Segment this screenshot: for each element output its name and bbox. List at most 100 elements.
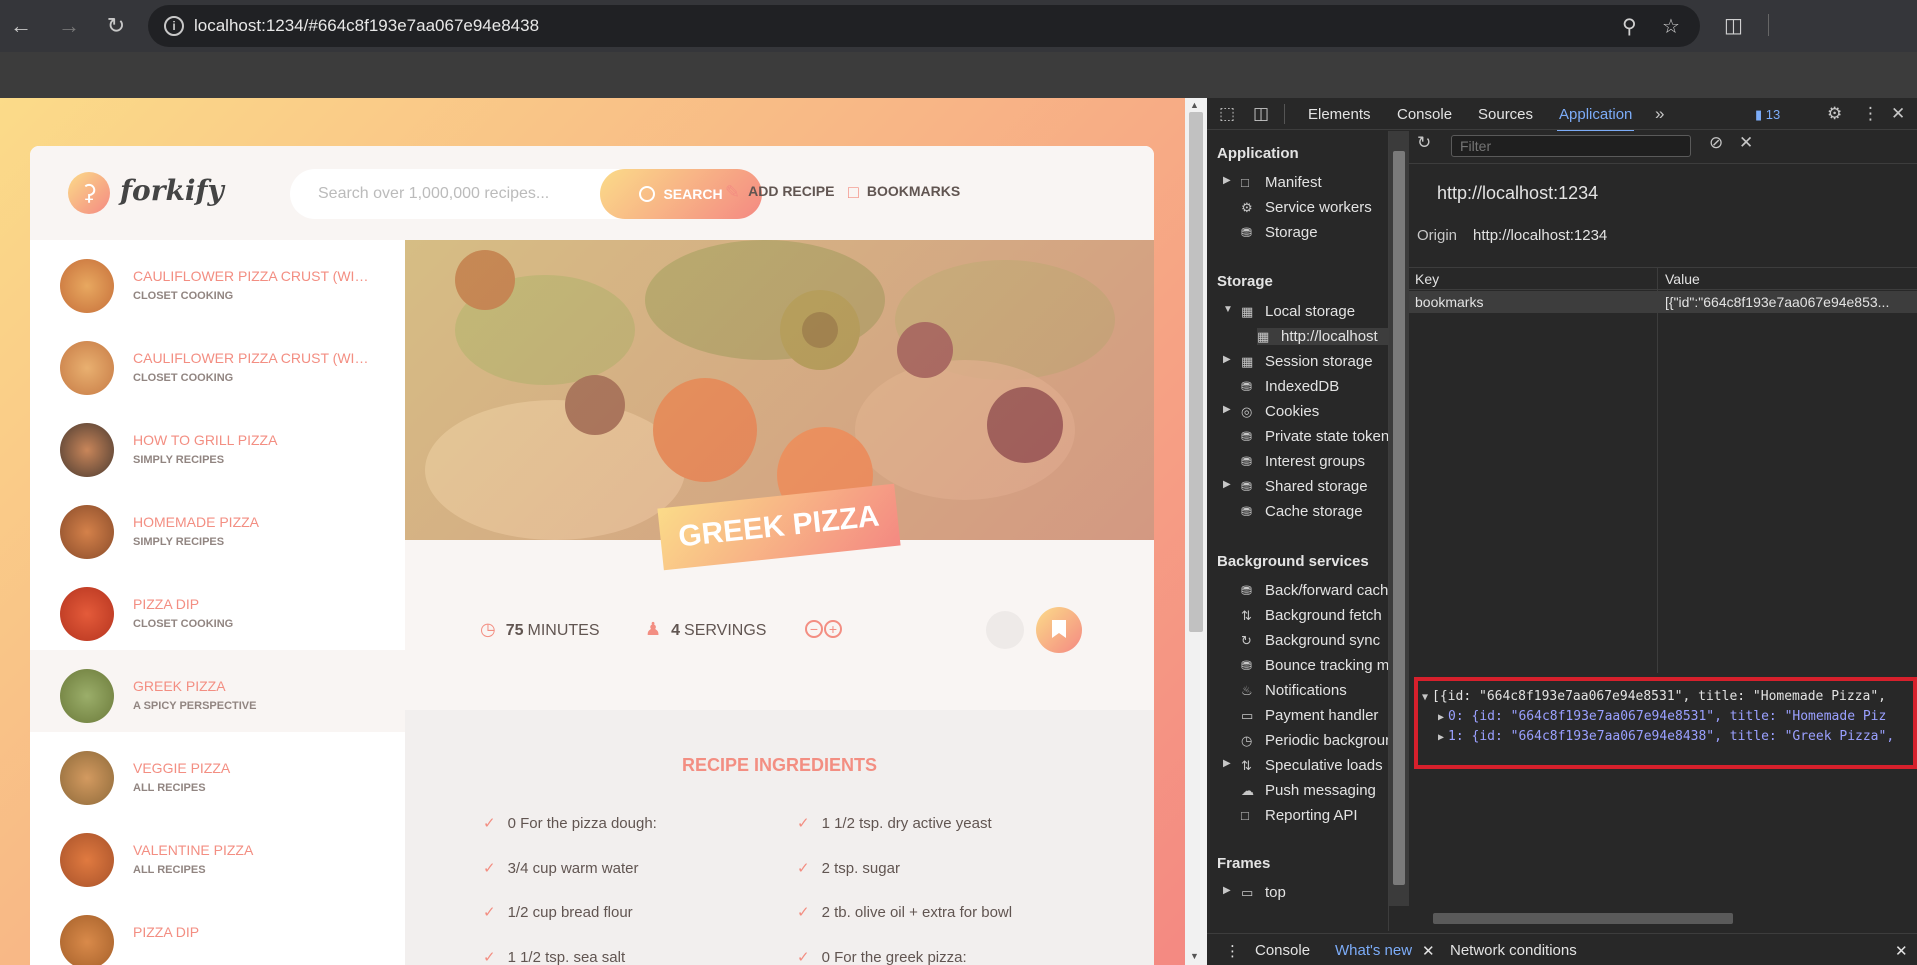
table-row[interactable]: bookmarks [{"id":"664c8f193e7aa067e94e85… bbox=[1409, 291, 1917, 313]
expand-icon[interactable]: ▶ bbox=[1438, 732, 1444, 743]
star-icon[interactable]: ☆ bbox=[1662, 14, 1680, 39]
result-item[interactable]: HOMEMADE PIZZA SIMPLY RECIPES bbox=[30, 486, 405, 568]
drawer-tab-whats-new[interactable]: What's new bbox=[1335, 942, 1412, 959]
sidebar-item-cache-storage[interactable]: ⛃ Cache storage bbox=[1241, 503, 1363, 520]
check-icon: ✓ bbox=[797, 949, 810, 965]
tab-application[interactable]: Application bbox=[1556, 106, 1635, 132]
scroll-up-icon[interactable]: ▲ bbox=[1190, 100, 1199, 110]
preview-item[interactable]: ▶ 0: {id: "664c8f193e7aa067e94e8531", tit… bbox=[1438, 709, 1886, 724]
result-item[interactable]: HOW TO GRILL PIZZA SIMPLY RECIPES bbox=[30, 404, 405, 486]
zoom-icon[interactable]: ⚲ bbox=[1622, 14, 1637, 39]
sidebar-item-background-sync[interactable]: ↻ Background sync bbox=[1241, 632, 1380, 649]
refresh-icon[interactable]: ↻ bbox=[1417, 133, 1431, 153]
sidebar-item-localhost[interactable]: ▦ http://localhost bbox=[1257, 328, 1388, 345]
preview-item[interactable]: ▶ 1: {id: "664c8f193e7aa067e94e8438", tit… bbox=[1438, 729, 1894, 744]
row-key[interactable]: bookmarks bbox=[1415, 294, 1483, 310]
increase-servings-button[interactable]: + bbox=[824, 620, 842, 638]
decrease-servings-button[interactable]: − bbox=[805, 620, 823, 638]
result-item[interactable]: CAULIFLOWER PIZZA CRUST (WIT... CLOSET C… bbox=[30, 240, 405, 322]
sidebar-item-speculative-loads[interactable]: ▶ ⇅ Speculative loads bbox=[1223, 757, 1383, 774]
sidebar-item-local-storage[interactable]: ▼ ▦ Local storage bbox=[1223, 303, 1355, 320]
result-item[interactable]: VALENTINE PIZZA ALL RECIPES bbox=[30, 814, 405, 896]
expand-icon[interactable]: ▶ bbox=[1223, 885, 1231, 896]
bookmarks-button[interactable]: □ BOOKMARKS bbox=[848, 182, 960, 203]
sidebar-item-background-fetch[interactable]: ⇅ Background fetch bbox=[1241, 607, 1382, 624]
arrow-right-icon[interactable]: → bbox=[56, 13, 82, 39]
add-recipe-button[interactable]: ✎ ADD RECIPE bbox=[725, 182, 834, 203]
site-info-icon[interactable]: i bbox=[164, 16, 184, 36]
sidebar-item-service-workers[interactable]: ⚙ Service workers bbox=[1241, 199, 1372, 216]
collapse-icon[interactable]: ▼ bbox=[1422, 692, 1428, 703]
key-column-header[interactable]: Key bbox=[1415, 271, 1439, 287]
sidebar-item-storage[interactable]: ⛃ Storage bbox=[1241, 224, 1318, 241]
drawer-tab-network-conditions[interactable]: Network conditions bbox=[1450, 942, 1577, 959]
expand-icon[interactable]: ▶ bbox=[1438, 712, 1444, 723]
sidebar-item-bfcache[interactable]: ⛃ Back/forward cache bbox=[1241, 582, 1388, 599]
sidebar-item-reporting-api[interactable]: □ Reporting API bbox=[1241, 807, 1358, 824]
sidebar-item-private-state-tokens[interactable]: ⛃ Private state tokens bbox=[1241, 428, 1388, 445]
sidebar-item-cookies[interactable]: ▶ ◎ Cookies bbox=[1223, 403, 1319, 420]
expand-icon[interactable]: ▶ bbox=[1223, 758, 1231, 769]
sidebar-item-notifications[interactable]: ♨ Notifications bbox=[1241, 682, 1347, 699]
tab-console[interactable]: Console bbox=[1397, 106, 1452, 123]
close-devtools-icon[interactable]: ✕ bbox=[1891, 104, 1905, 124]
result-item[interactable]: PIZZA DIP bbox=[30, 896, 405, 965]
close-drawer-icon[interactable]: ✕ bbox=[1895, 942, 1908, 960]
tab-sources[interactable]: Sources bbox=[1478, 106, 1533, 123]
sidebar-item-bounce-tracking[interactable]: ⛃Bounce tracking mitigations bbox=[1241, 657, 1388, 674]
more-tabs-icon[interactable]: » bbox=[1655, 104, 1664, 124]
issues-badge[interactable]: ▮ 13 bbox=[1755, 107, 1780, 123]
sidebar-item-periodic-sync[interactable]: ◷Periodic background sync bbox=[1241, 732, 1388, 749]
settings-icon[interactable]: ⚙ bbox=[1827, 104, 1842, 124]
sidebar-item-push-messaging[interactable]: ☁ Push messaging bbox=[1241, 782, 1376, 799]
sidebar-item-frame-top[interactable]: ▶ ▭ top bbox=[1223, 884, 1286, 901]
address-bar[interactable]: i localhost:1234/#664c8f193e7aa067e94e84… bbox=[148, 5, 1700, 47]
result-item[interactable]: CAULIFLOWER PIZZA CRUST (WIT... CLOSET C… bbox=[30, 322, 405, 404]
scrollbar-thumb[interactable] bbox=[1189, 112, 1203, 632]
arrow-left-icon[interactable]: ← bbox=[8, 13, 34, 39]
value-column-header[interactable]: Value bbox=[1665, 271, 1700, 287]
sidebar-item-payment-handler[interactable]: ▭ Payment handler bbox=[1241, 707, 1378, 724]
more-options-icon[interactable]: ⋮ bbox=[1862, 104, 1879, 124]
expand-icon[interactable]: ▶ bbox=[1223, 404, 1231, 415]
logo[interactable]: forkify bbox=[120, 174, 224, 207]
expand-icon[interactable]: ▶ bbox=[1223, 354, 1231, 365]
collapse-icon[interactable]: ▼ bbox=[1223, 304, 1233, 315]
database-icon: ⛃ bbox=[1241, 583, 1252, 598]
sidebar-item-manifest[interactable]: ▶ □ Manifest bbox=[1223, 174, 1322, 191]
sidebar-item-interest-groups[interactable]: ⛃ Interest groups bbox=[1241, 453, 1365, 470]
inspect-element-icon[interactable]: ⬚ bbox=[1219, 104, 1235, 124]
search-input[interactable] bbox=[290, 169, 605, 219]
scrollbar-thumb[interactable] bbox=[1433, 913, 1733, 924]
expand-icon[interactable]: ▶ bbox=[1223, 175, 1231, 186]
scroll-down-icon[interactable]: ▼ bbox=[1190, 951, 1199, 961]
filter-input[interactable] bbox=[1451, 135, 1691, 157]
result-item-active[interactable]: GREEK PIZZA A SPICY PERSPECTIVE bbox=[30, 650, 405, 732]
drawer-menu-icon[interactable]: ⋮ bbox=[1225, 942, 1240, 960]
reload-icon[interactable]: ↻ bbox=[103, 13, 129, 39]
extensions-icon[interactable]: ◫ bbox=[1724, 13, 1743, 38]
column-divider[interactable] bbox=[1657, 268, 1658, 673]
delete-selected-icon[interactable]: ✕ bbox=[1739, 133, 1753, 153]
expand-icon[interactable]: ▶ bbox=[1223, 479, 1231, 490]
drawer-tab-console[interactable]: Console bbox=[1255, 942, 1310, 959]
device-toolbar-icon[interactable]: ◫ bbox=[1253, 104, 1269, 124]
sidebar-scrollbar[interactable] bbox=[1389, 131, 1409, 906]
sidebar-heading: Storage bbox=[1217, 273, 1273, 290]
preview-root[interactable]: ▼ [{id: "664c8f193e7aa067e94e8531", title… bbox=[1422, 689, 1886, 704]
recipe-thumbnail bbox=[60, 259, 114, 313]
sidebar-item-indexeddb[interactable]: ⛃ IndexedDB bbox=[1241, 378, 1339, 395]
scrollbar-thumb[interactable] bbox=[1393, 151, 1405, 885]
horizontal-scrollbar[interactable] bbox=[1409, 909, 1917, 927]
sidebar-item-session-storage[interactable]: ▶ ▦ Session storage bbox=[1223, 353, 1373, 370]
result-item[interactable]: PIZZA DIP CLOSET COOKING bbox=[30, 568, 405, 650]
url-text[interactable]: localhost:1234/#664c8f193e7aa067e94e8438 bbox=[194, 16, 539, 36]
bookmark-button[interactable] bbox=[1036, 607, 1082, 653]
page-scrollbar[interactable]: ▲ ▼ bbox=[1185, 98, 1207, 965]
row-value[interactable]: [{"id":"664c8f193e7aa067e94e853... bbox=[1665, 294, 1915, 310]
tab-elements[interactable]: Elements bbox=[1308, 106, 1371, 123]
result-item[interactable]: VEGGIE PIZZA ALL RECIPES bbox=[30, 732, 405, 814]
sidebar-item-shared-storage[interactable]: ▶ ⛃ Shared storage bbox=[1223, 478, 1368, 495]
close-icon[interactable]: ✕ bbox=[1422, 942, 1435, 960]
clear-all-icon[interactable]: ⊘ bbox=[1709, 133, 1723, 153]
